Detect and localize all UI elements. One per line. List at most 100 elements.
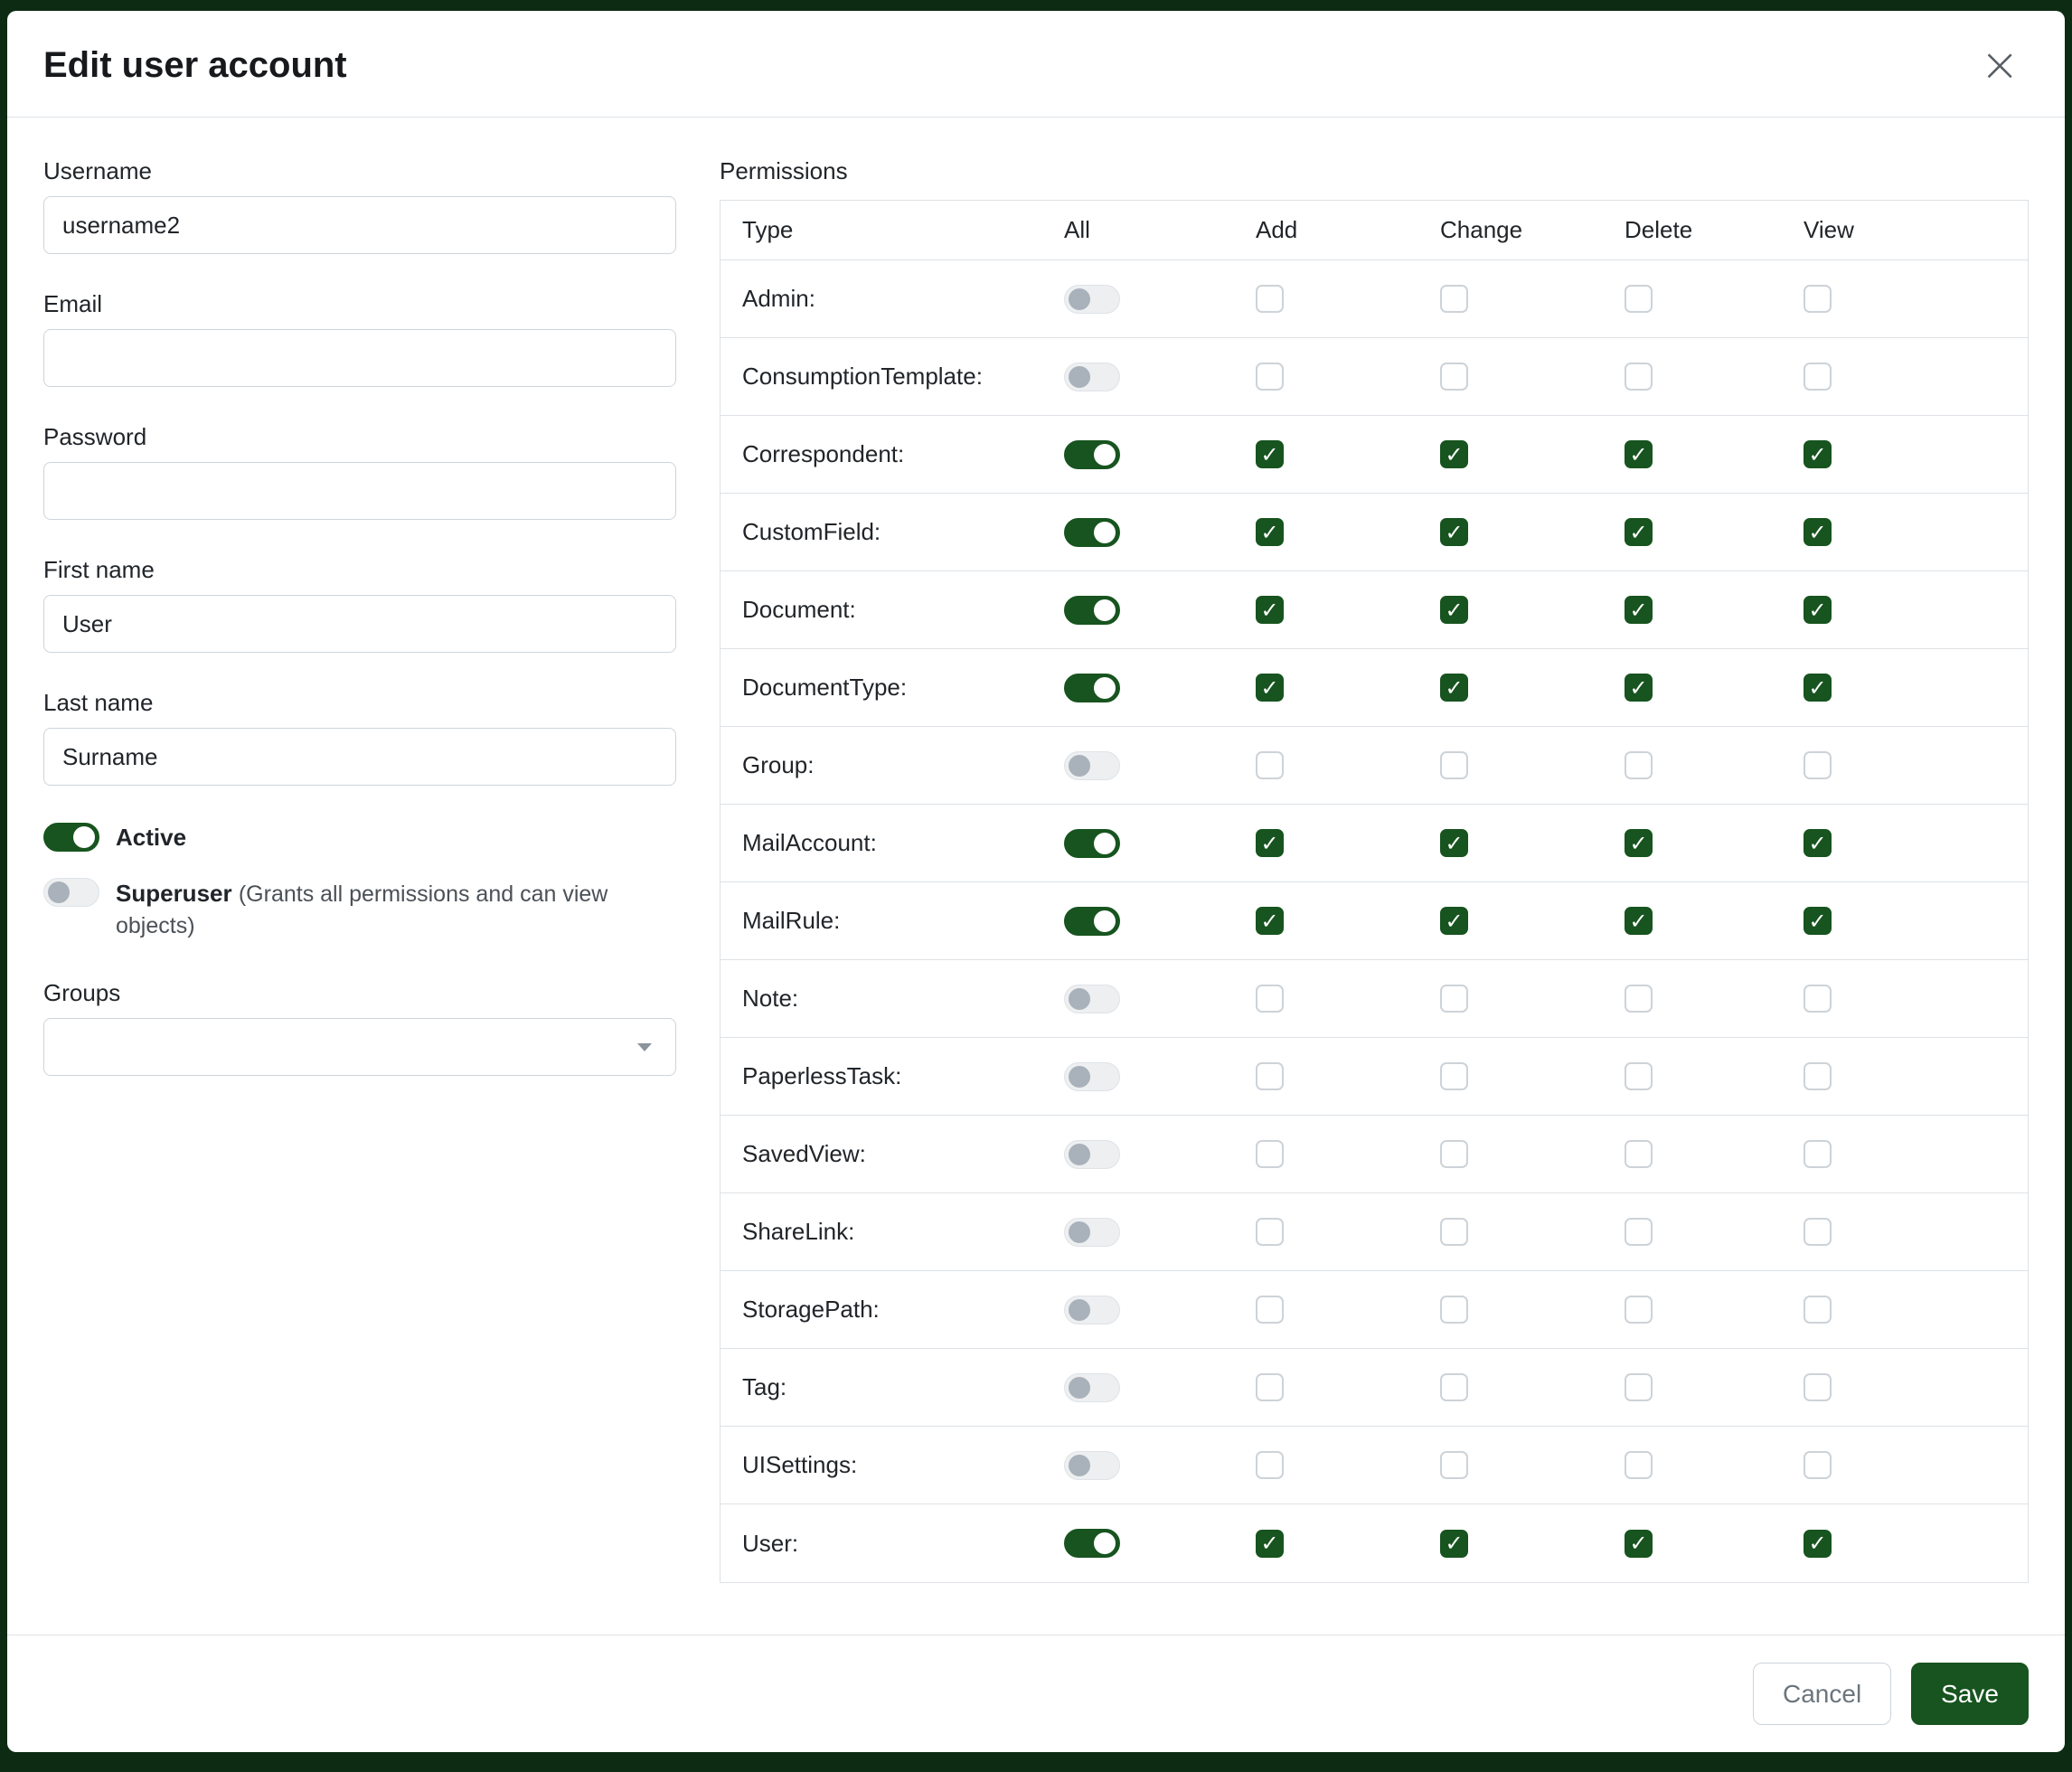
- permission-add-checkbox[interactable]: [1256, 1218, 1284, 1246]
- permission-delete-checkbox[interactable]: [1625, 829, 1653, 857]
- permission-add-checkbox[interactable]: [1256, 285, 1284, 313]
- permission-all-toggle[interactable]: [1064, 285, 1120, 314]
- permission-delete-checkbox[interactable]: [1625, 285, 1653, 313]
- permission-change-checkbox[interactable]: [1440, 907, 1468, 935]
- permission-view-checkbox[interactable]: [1804, 1530, 1832, 1558]
- permission-delete-checkbox[interactable]: [1625, 1218, 1653, 1246]
- permission-add-checkbox[interactable]: [1256, 829, 1284, 857]
- permission-all-toggle[interactable]: [1064, 674, 1120, 702]
- permission-add-checkbox[interactable]: [1256, 1373, 1284, 1401]
- permission-view-checkbox[interactable]: [1804, 674, 1832, 702]
- permission-view-checkbox[interactable]: [1804, 1373, 1832, 1401]
- permission-view-checkbox[interactable]: [1804, 907, 1832, 935]
- permission-all-toggle[interactable]: [1064, 1529, 1120, 1558]
- permission-change-checkbox[interactable]: [1440, 596, 1468, 624]
- permission-all-toggle[interactable]: [1064, 363, 1120, 391]
- permission-add-checkbox[interactable]: [1256, 985, 1284, 1013]
- save-button[interactable]: Save: [1911, 1663, 2029, 1725]
- permission-add-checkbox[interactable]: [1256, 1451, 1284, 1479]
- first-name-input[interactable]: [43, 595, 676, 653]
- permission-all-toggle[interactable]: [1064, 1062, 1120, 1091]
- permission-delete-checkbox[interactable]: [1625, 1451, 1653, 1479]
- permission-add-checkbox[interactable]: [1256, 1296, 1284, 1324]
- permission-change-checkbox[interactable]: [1440, 1062, 1468, 1090]
- permission-add-checkbox[interactable]: [1256, 363, 1284, 391]
- permission-add-checkbox[interactable]: [1256, 907, 1284, 935]
- permission-add-checkbox[interactable]: [1256, 674, 1284, 702]
- permission-all-toggle[interactable]: [1064, 1451, 1120, 1480]
- permission-all-toggle[interactable]: [1064, 829, 1120, 858]
- permission-view-checkbox[interactable]: [1804, 829, 1832, 857]
- groups-select[interactable]: [43, 1018, 676, 1076]
- permission-change-checkbox[interactable]: [1440, 674, 1468, 702]
- cancel-button[interactable]: Cancel: [1753, 1663, 1891, 1725]
- permission-change-checkbox[interactable]: [1440, 518, 1468, 546]
- permission-view-checkbox[interactable]: [1804, 1062, 1832, 1090]
- permission-all-toggle[interactable]: [1064, 751, 1120, 780]
- close-icon[interactable]: ×: [1974, 47, 2025, 85]
- permission-view-checkbox[interactable]: [1804, 985, 1832, 1013]
- permission-change-checkbox[interactable]: [1440, 985, 1468, 1013]
- permission-change-checkbox[interactable]: [1440, 829, 1468, 857]
- permission-add-checkbox[interactable]: [1256, 1140, 1284, 1168]
- permission-all-toggle[interactable]: [1064, 985, 1120, 1013]
- permission-change-checkbox[interactable]: [1440, 1218, 1468, 1246]
- permission-delete-checkbox[interactable]: [1625, 985, 1653, 1013]
- password-input[interactable]: [43, 462, 676, 520]
- permission-delete-checkbox[interactable]: [1625, 518, 1653, 546]
- permission-change-checkbox[interactable]: [1440, 751, 1468, 779]
- permission-view-checkbox[interactable]: [1804, 363, 1832, 391]
- permission-add-checkbox[interactable]: [1256, 1530, 1284, 1558]
- permission-change-checkbox[interactable]: [1440, 363, 1468, 391]
- permission-add-checkbox[interactable]: [1256, 1062, 1284, 1090]
- permission-all-toggle[interactable]: [1064, 907, 1120, 936]
- permission-delete-checkbox[interactable]: [1625, 1296, 1653, 1324]
- permission-view-checkbox[interactable]: [1804, 1451, 1832, 1479]
- permission-delete-checkbox[interactable]: [1625, 907, 1653, 935]
- permission-change-checkbox[interactable]: [1440, 1451, 1468, 1479]
- permission-delete-checkbox[interactable]: [1625, 751, 1653, 779]
- permission-type-label: Admin:: [720, 285, 1064, 313]
- permission-add-checkbox[interactable]: [1256, 751, 1284, 779]
- toggle-knob: [1069, 1221, 1090, 1243]
- superuser-toggle[interactable]: [43, 878, 99, 907]
- permission-delete-checkbox[interactable]: [1625, 1373, 1653, 1401]
- permission-delete-checkbox[interactable]: [1625, 1062, 1653, 1090]
- permission-view-checkbox[interactable]: [1804, 1296, 1832, 1324]
- permission-delete-checkbox[interactable]: [1625, 440, 1653, 468]
- last-name-input[interactable]: [43, 728, 676, 786]
- email-input[interactable]: [43, 329, 676, 387]
- permission-view-checkbox[interactable]: [1804, 440, 1832, 468]
- permission-delete-checkbox[interactable]: [1625, 1140, 1653, 1168]
- permission-change-checkbox[interactable]: [1440, 1140, 1468, 1168]
- permission-delete-checkbox[interactable]: [1625, 674, 1653, 702]
- column-header-delete: Delete: [1625, 216, 1804, 244]
- permission-view-checkbox[interactable]: [1804, 1218, 1832, 1246]
- permission-change-checkbox[interactable]: [1440, 440, 1468, 468]
- username-input[interactable]: [43, 196, 676, 254]
- toggle-knob: [1069, 1455, 1090, 1476]
- active-toggle[interactable]: [43, 823, 99, 852]
- permission-delete-checkbox[interactable]: [1625, 363, 1653, 391]
- permission-all-toggle[interactable]: [1064, 1140, 1120, 1169]
- permission-view-checkbox[interactable]: [1804, 1140, 1832, 1168]
- permission-change-checkbox[interactable]: [1440, 285, 1468, 313]
- permission-add-checkbox[interactable]: [1256, 596, 1284, 624]
- permission-all-toggle[interactable]: [1064, 1218, 1120, 1247]
- permission-all-toggle[interactable]: [1064, 1296, 1120, 1324]
- permission-change-checkbox[interactable]: [1440, 1373, 1468, 1401]
- permission-view-checkbox[interactable]: [1804, 751, 1832, 779]
- permission-all-toggle[interactable]: [1064, 440, 1120, 469]
- permission-all-toggle[interactable]: [1064, 1373, 1120, 1402]
- permission-view-checkbox[interactable]: [1804, 518, 1832, 546]
- permission-delete-checkbox[interactable]: [1625, 1530, 1653, 1558]
- permission-all-toggle[interactable]: [1064, 518, 1120, 547]
- permission-view-checkbox[interactable]: [1804, 285, 1832, 313]
- permission-view-checkbox[interactable]: [1804, 596, 1832, 624]
- permission-change-checkbox[interactable]: [1440, 1296, 1468, 1324]
- permission-all-toggle[interactable]: [1064, 596, 1120, 625]
- permission-delete-checkbox[interactable]: [1625, 596, 1653, 624]
- permission-add-checkbox[interactable]: [1256, 440, 1284, 468]
- permission-change-checkbox[interactable]: [1440, 1530, 1468, 1558]
- permission-add-checkbox[interactable]: [1256, 518, 1284, 546]
